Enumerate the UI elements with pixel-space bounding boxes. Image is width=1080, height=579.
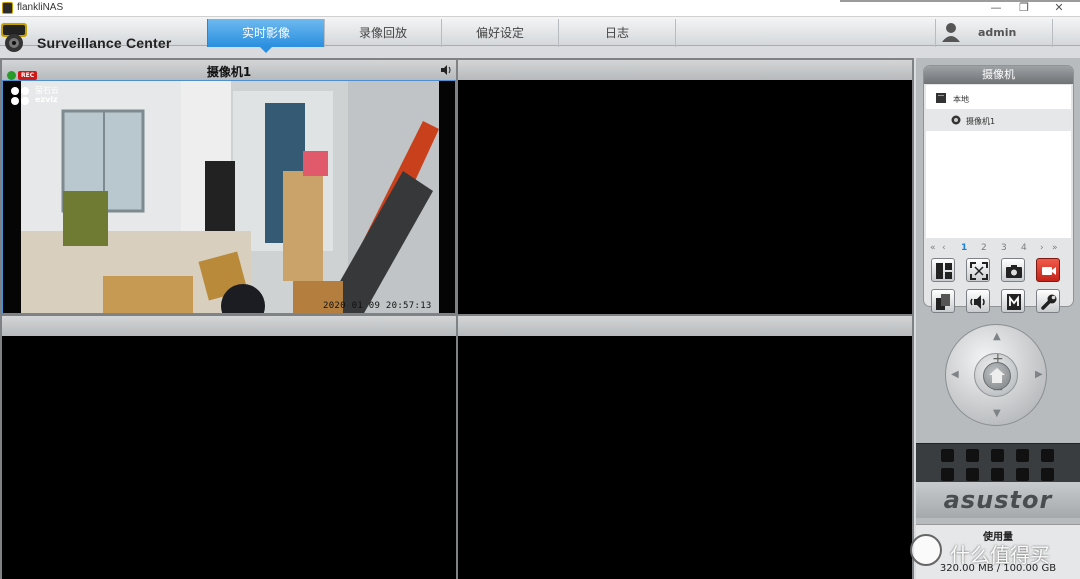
tab-bar-filler xyxy=(675,19,935,47)
pager-page-2[interactable]: 2 xyxy=(981,243,987,253)
app-icon xyxy=(2,2,13,14)
pager-last-icon[interactable]: » xyxy=(1052,243,1058,253)
cell-header: REC 摄像机1 xyxy=(2,60,456,80)
record-button[interactable] xyxy=(1036,258,1060,282)
cell-header xyxy=(458,60,912,80)
ptz-down-icon[interactable]: ▼ xyxy=(993,408,1001,419)
camera-tree: 本地 摄像机1 xyxy=(926,85,1071,238)
pager-page-3[interactable]: 3 xyxy=(1001,243,1007,253)
fullscreen-button[interactable] xyxy=(966,258,990,282)
tree-item-camera-1[interactable]: 摄像机1 xyxy=(926,109,1071,131)
tab-logs[interactable]: 日志 xyxy=(558,19,675,47)
ptz-up-icon[interactable]: ▲ xyxy=(993,331,1001,342)
video-feed-empty[interactable] xyxy=(458,80,912,314)
preset-key[interactable] xyxy=(941,449,954,462)
tab-preferences[interactable]: 偏好设定 xyxy=(441,19,558,47)
camera-1-scene xyxy=(3,81,455,313)
fullscreen-icon xyxy=(970,262,988,280)
zoom-ring: + − xyxy=(974,351,1018,398)
speaker-icon[interactable] xyxy=(440,64,452,76)
tree-item-label: 本地 xyxy=(953,95,969,104)
tab-label: 日志 xyxy=(604,26,629,40)
pager-next-icon[interactable]: › xyxy=(1040,243,1044,253)
camera-logo-icon xyxy=(1,23,27,52)
brand: Surveillance Center xyxy=(0,21,200,61)
home-icon xyxy=(989,368,1005,383)
snapshot-icon xyxy=(1006,265,1022,278)
preset-key[interactable] xyxy=(966,468,979,481)
ptz-home-button[interactable] xyxy=(983,362,1011,390)
snapshot-button[interactable] xyxy=(1001,258,1025,282)
tab-label: 偏好设定 xyxy=(475,26,524,40)
username: admin xyxy=(978,26,1017,39)
preset-key[interactable] xyxy=(966,449,979,462)
video-feed-empty[interactable] xyxy=(2,336,456,579)
layout-button[interactable] xyxy=(931,258,955,282)
brand-title: Surveillance Center xyxy=(37,35,172,51)
ptz-right-icon[interactable]: ▶ xyxy=(1035,369,1043,380)
control-sidebar: 摄像机 本地 摄像机1 « ‹ 1 2 3 4 › » ▲ ▼ ◀ ▶ + as… xyxy=(916,58,1080,579)
manual-button[interactable] xyxy=(1001,289,1025,313)
preset-key[interactable] xyxy=(1041,449,1054,462)
watermark-text: 什么值得买 xyxy=(950,543,1050,567)
server-icon xyxy=(936,93,946,103)
ezviz-watermark: 萤石云 ezviz xyxy=(9,85,59,111)
tab-playback[interactable]: 录像回放 xyxy=(324,19,441,47)
user-avatar-icon xyxy=(942,23,960,42)
pager-prev-icon[interactable]: ‹ xyxy=(942,243,946,253)
active-tab-indicator xyxy=(260,47,272,53)
watermark-logo-icon xyxy=(910,534,942,566)
preset-key[interactable] xyxy=(941,468,954,481)
video-timestamp: 2020 01 09 20:57:13 xyxy=(323,301,432,311)
close-button[interactable]: ✕ xyxy=(1045,1,1073,15)
camera-icon xyxy=(951,115,961,125)
pager-first-icon[interactable]: « xyxy=(930,243,936,253)
preset-key[interactable] xyxy=(1016,468,1029,481)
tree-item-label: 摄像机1 xyxy=(966,117,996,126)
video-feed-empty[interactable] xyxy=(458,336,912,579)
pager-page-4[interactable]: 4 xyxy=(1021,243,1027,253)
window-titlebar: flankliNAS — ❐ ✕ xyxy=(0,0,1080,17)
layout-icon xyxy=(936,263,952,279)
copy-icon xyxy=(936,294,950,310)
record-icon xyxy=(1042,267,1056,275)
copy-button[interactable] xyxy=(931,289,955,313)
titlebar-divider xyxy=(840,0,1080,2)
tab-label: 实时影像 xyxy=(241,26,290,40)
tab-live-view[interactable]: 实时影像 xyxy=(207,19,324,53)
video-grid: REC 摄像机1 萤石云 ezviz 2020 01 09 20:57:13 xyxy=(0,58,914,579)
pager-page-1[interactable]: 1 xyxy=(961,243,967,253)
audio-button[interactable] xyxy=(966,289,990,313)
restore-button[interactable]: ❐ xyxy=(1010,1,1038,15)
minimize-button[interactable]: — xyxy=(982,1,1010,15)
settings-button[interactable] xyxy=(1036,289,1060,313)
asustor-logo: asustor xyxy=(916,482,1080,518)
window-title: flankliNAS xyxy=(17,2,64,13)
manual-icon xyxy=(1007,294,1021,310)
preset-key[interactable] xyxy=(1041,468,1054,481)
panel-title: 摄像机 xyxy=(924,66,1073,84)
ezviz-en-label: ezviz xyxy=(35,95,58,104)
camera-title: 摄像机1 xyxy=(206,65,252,79)
preset-key[interactable] xyxy=(991,449,1004,462)
cell-header xyxy=(2,316,456,336)
tree-item-local[interactable]: 本地 xyxy=(926,87,1071,109)
tab-label: 录像回放 xyxy=(358,26,407,40)
user-menu[interactable]: admin xyxy=(935,19,1053,47)
preset-key[interactable] xyxy=(1016,449,1029,462)
video-feed-camera-1[interactable]: 萤石云 ezviz 2020 01 09 20:57:13 xyxy=(2,80,456,314)
cell-header xyxy=(458,316,912,336)
ptz-left-icon[interactable]: ◀ xyxy=(951,369,959,380)
camera-pager: « ‹ 1 2 3 4 › » xyxy=(924,243,1073,257)
ptz-dpad[interactable]: ▲ ▼ ◀ ▶ + − xyxy=(945,324,1047,426)
asustor-wordmark: asustor xyxy=(943,486,1053,514)
preset-key[interactable] xyxy=(991,468,1004,481)
site-watermark: 什么值得买 xyxy=(910,534,1080,570)
audio-icon xyxy=(970,295,985,309)
settings-wrench-icon xyxy=(1041,294,1057,310)
ezviz-logo-icon xyxy=(11,87,29,105)
